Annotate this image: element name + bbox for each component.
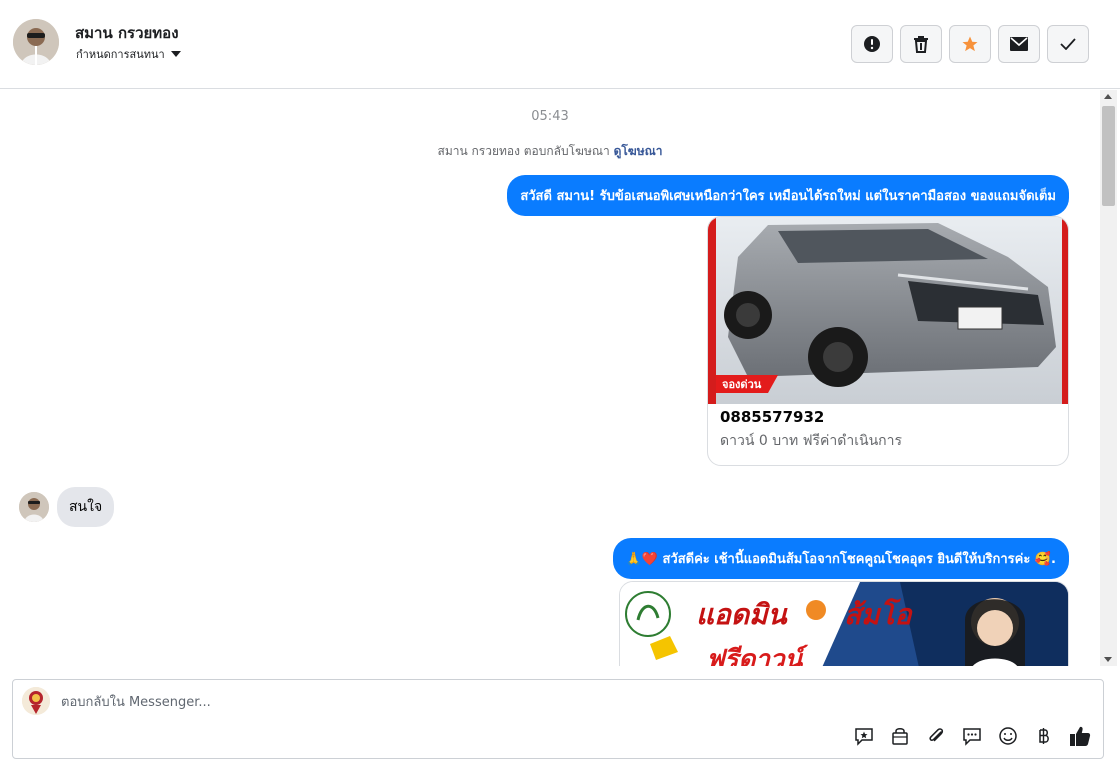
shop-button[interactable] [889,725,911,747]
mark-unread-button[interactable] [998,25,1040,63]
check-icon [1060,38,1076,50]
car-image: จองด่วน [708,217,1068,404]
attach-button[interactable] [925,725,947,747]
mark-done-button[interactable] [1047,25,1089,63]
scroll-up-arrow[interactable] [1104,94,1112,99]
envelope-icon [1010,37,1028,51]
incoming-message-row: สนใจ [19,487,115,527]
mark-spam-button[interactable] [851,25,893,63]
scroll-down-arrow[interactable] [1104,657,1112,662]
admin-banner-image[interactable]: แอดมิน ส้มโอ ฟรีดาวน์ [619,581,1069,666]
emoji-button[interactable] [997,725,1019,747]
page-avatar [22,687,50,715]
contact-avatar[interactable] [13,19,59,65]
ad-reply-text: สมาน กรวยทอง ตอบกลับโฆษณา [437,144,614,158]
chat-options-button[interactable] [961,725,983,747]
contact-avatar-small [19,492,49,522]
assign-label: กำหนดการสนทนา [76,48,165,61]
message-composer [12,679,1104,759]
paperclip-icon [929,728,944,742]
conversation-header: สมาน กรวยทอง กำหนดการสนทนา [0,0,1120,89]
reserve-now-text: จองด่วน [722,378,762,391]
like-icon [1070,726,1091,746]
view-ad-link[interactable]: ดูโฆษณา [614,144,663,158]
caret-down-icon [170,51,181,57]
assign-conversation-dropdown[interactable]: กำหนดการสนทนา [76,45,181,63]
incoming-message: สนใจ [57,487,115,527]
ad-card[interactable]: จองด่วน 0885577932 ดาวน์ 0 บาท ฟรีค่าดำเ… [707,216,1069,466]
scrollbar-thumb[interactable] [1102,106,1115,206]
star-button[interactable] [949,25,991,63]
banner-admin-text: แอดมิน [696,598,789,631]
star-icon [962,36,978,52]
outgoing-message: 🙏❤️ สวัสดีค่ะ เช้านี้แอดมินส้มโอจากโชคคู… [612,538,1069,579]
reply-input[interactable] [61,692,961,712]
chat-bubble-icon [963,728,981,746]
chat-scrollbar[interactable] [1100,90,1117,666]
trash-icon [914,36,928,53]
header-actions [851,25,1089,63]
baht-icon [1039,728,1049,744]
message-timestamp: 05:43 [531,109,569,124]
saved-replies-button[interactable] [853,725,875,747]
payment-button[interactable] [1033,725,1055,747]
ad-reply-note: สมาน กรวยทอง ตอบกลับโฆษณา ดูโฆษณา [0,142,1100,161]
message-thread[interactable]: 05:43 สมาน กรวยทอง ตอบกลับโฆษณา ดูโฆษณา … [0,90,1100,666]
ad-card-title: 0885577932 [720,408,825,426]
contact-name: สมาน กรวยทอง [75,24,179,42]
delete-button[interactable] [900,25,942,63]
ad-card-description: ดาวน์ 0 บาท ฟรีค่าดำเนินการ [720,433,903,449]
shopping-bag-icon [892,728,908,745]
alert-circle-icon [864,36,880,52]
banner-free-down-text: ฟรีดาวน์ [706,644,809,666]
banner-name-text: ส้มโอ [844,597,914,631]
saved-reply-icon [855,728,873,746]
like-button[interactable] [1069,725,1091,747]
emoji-icon [999,727,1017,745]
outgoing-message: สวัสดี สมาน! รับข้อเสนอพิเศษเหนือกว่าใคร… [507,175,1069,216]
composer-tools [853,725,1091,747]
